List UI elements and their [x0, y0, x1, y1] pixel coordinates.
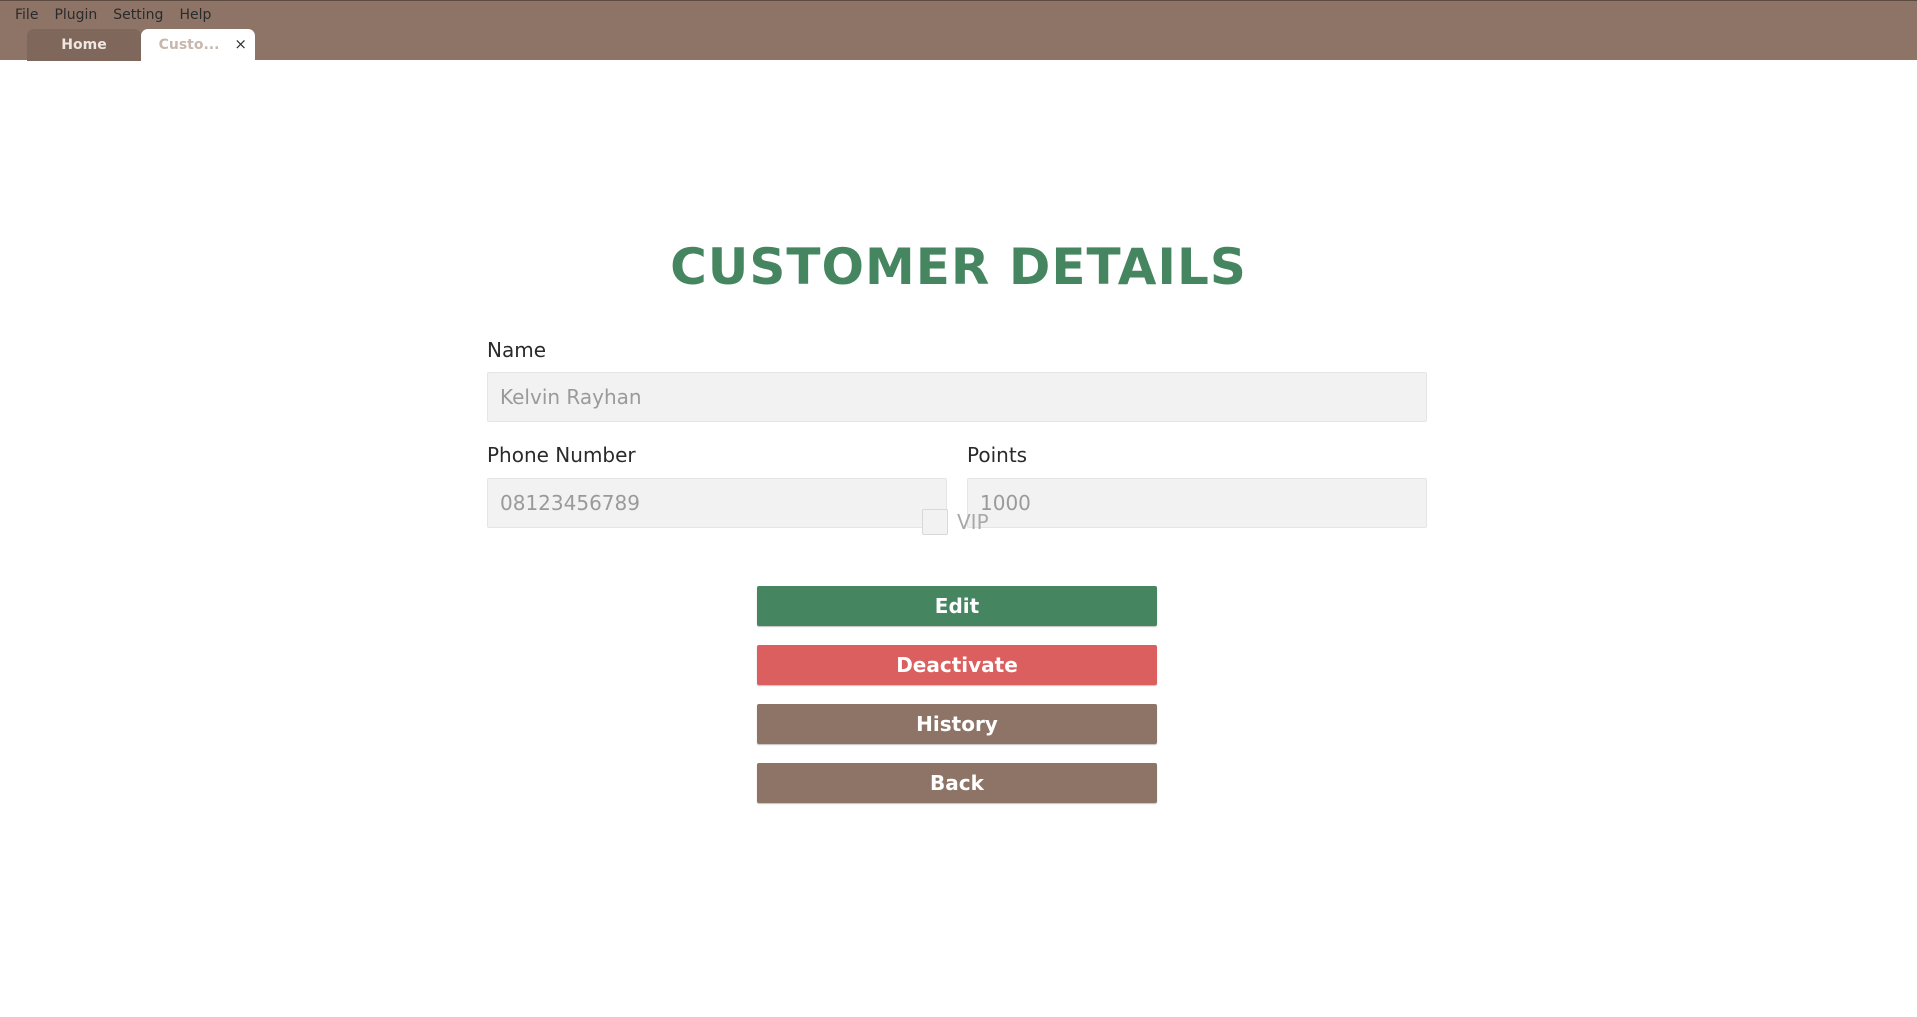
back-button[interactable]: Back [757, 763, 1157, 803]
points-label: Points [967, 443, 1028, 467]
tab-strip: Home Custo... × [27, 29, 255, 61]
close-icon[interactable]: × [234, 35, 247, 53]
main-content: CUSTOMER DETAILS [0, 60, 1917, 1017]
tab-customer-details[interactable]: Custo... × [141, 29, 255, 61]
vip-label: VIP [957, 510, 989, 534]
phone-field[interactable] [487, 478, 947, 528]
name-field[interactable] [487, 372, 1427, 422]
vip-checkbox[interactable] [922, 509, 948, 535]
menu-file[interactable]: File [8, 1, 47, 29]
deactivate-button[interactable]: Deactivate [757, 645, 1157, 685]
menu-help[interactable]: Help [172, 1, 220, 29]
tab-home[interactable]: Home [27, 29, 141, 61]
edit-button[interactable]: Edit [757, 586, 1157, 626]
tab-customer-label: Custo... [158, 37, 220, 53]
vip-row: VIP [922, 509, 989, 535]
top-bar: File Plugin Setting Help Home Custo... × [0, 0, 1917, 61]
menu-plugin[interactable]: Plugin [47, 1, 106, 29]
menu-setting[interactable]: Setting [106, 1, 172, 29]
name-label: Name [487, 338, 547, 362]
history-button[interactable]: History [757, 704, 1157, 744]
phone-label: Phone Number [487, 443, 636, 467]
points-field[interactable] [967, 478, 1427, 528]
menu-bar: File Plugin Setting Help [0, 1, 220, 29]
page-title: CUSTOMER DETAILS [670, 238, 1247, 296]
